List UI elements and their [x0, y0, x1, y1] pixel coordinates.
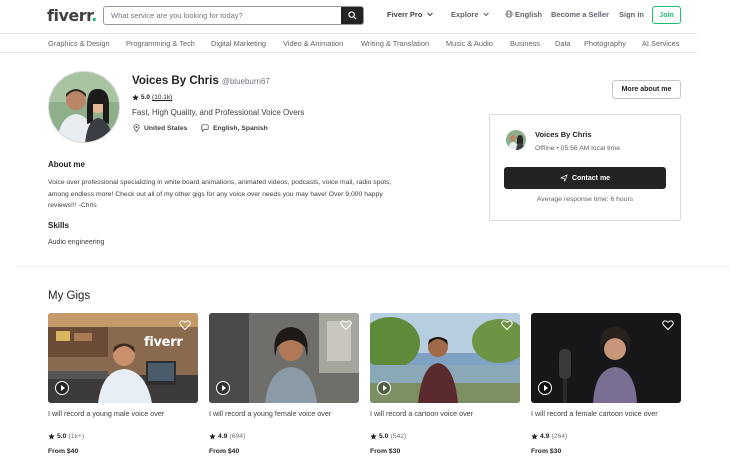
category-video-animation[interactable]: Video & Animation — [283, 39, 343, 48]
category-ai-services[interactable]: AI Services — [642, 39, 679, 48]
play-icon[interactable] — [216, 381, 230, 395]
top-header: fiverr. Fiverr Pro Explore English Becom… — [0, 0, 746, 32]
chevron-down-icon — [482, 12, 489, 17]
nav-language[interactable]: English — [505, 10, 542, 19]
globe-icon — [505, 10, 513, 18]
join-button[interactable]: Join — [652, 6, 681, 24]
play-icon[interactable] — [55, 381, 69, 395]
about-text: Voice over professional specializing in … — [48, 179, 392, 209]
about-heading: About me — [48, 160, 85, 169]
category-programming-tech[interactable]: Programming & Tech — [126, 39, 195, 48]
category-writing-translation[interactable]: Writing & Translation — [361, 39, 429, 48]
star-icon — [209, 433, 216, 440]
category-bar: Graphics & Design Programming & Tech Dig… — [0, 33, 697, 53]
star-icon — [48, 433, 55, 440]
heart-icon[interactable] — [662, 319, 674, 331]
star-icon — [132, 94, 139, 101]
nav-sign-in[interactable]: Sign in — [619, 10, 644, 19]
nav-become-seller[interactable]: Become a Seller — [551, 10, 609, 19]
gig-title[interactable]: I will record a female cartoon voice ove… — [531, 409, 681, 418]
gig-thumbnail[interactable] — [209, 313, 359, 403]
search-button[interactable] — [341, 7, 363, 24]
category-data[interactable]: Data — [555, 39, 571, 48]
heart-icon[interactable] — [340, 319, 352, 331]
gig-price: From $30 — [531, 448, 562, 455]
gig-rating: 4.9 (694) — [209, 433, 359, 440]
seller-review-count[interactable]: (10.1k) — [152, 94, 172, 101]
category-photography[interactable]: Photography — [584, 39, 626, 48]
section-divider — [16, 266, 730, 267]
fiverr-logo[interactable]: fiverr. — [47, 6, 97, 25]
gig-card[interactable]: I will record a cartoon voice over 5.0 (5… — [370, 313, 520, 455]
gig-rating: 5.0 (542) — [370, 433, 520, 440]
gig-title[interactable]: I will record a young female voice over — [209, 409, 359, 418]
gig-thumbnail[interactable] — [531, 313, 681, 403]
gig-price: From $40 — [48, 448, 79, 455]
skills-heading: Skills — [48, 221, 69, 230]
chevron-down-icon — [426, 12, 433, 17]
gig-rating: 5.0 (1k+) — [48, 433, 198, 440]
nav-explore[interactable]: Explore — [451, 10, 489, 19]
my-gigs-heading: My Gigs — [48, 290, 91, 302]
contact-name: Voices By Chris — [535, 130, 592, 139]
gig-title[interactable]: I will record a cartoon voice over — [370, 409, 520, 418]
category-digital-marketing[interactable]: Digital Marketing — [211, 39, 266, 48]
search-bar — [103, 6, 364, 25]
gig-card[interactable]: I will record a young female voice over … — [209, 313, 359, 455]
gig-card[interactable]: fiverr I will record a young male voice … — [48, 313, 198, 455]
seller-name: Voices By Chris @blueburn67 — [132, 75, 270, 87]
more-about-me-button[interactable]: More about me — [612, 80, 681, 99]
category-music-audio[interactable]: Music & Audio — [446, 39, 493, 48]
star-icon — [370, 433, 377, 440]
gig-thumbnail[interactable] — [370, 313, 520, 403]
contact-me-button[interactable]: Contact me — [504, 167, 666, 189]
chat-bubble-icon — [201, 124, 209, 132]
send-icon — [560, 174, 568, 182]
contact-avatar — [506, 130, 526, 150]
location-pin-icon — [133, 124, 140, 132]
search-icon — [347, 11, 357, 20]
play-icon[interactable] — [538, 381, 552, 395]
gig-price: From $40 — [209, 448, 240, 455]
seller-avatar — [48, 71, 120, 143]
seller-location: United States — [133, 124, 187, 132]
contact-card: Voices By Chris Offline • 05:56 AM local… — [489, 114, 681, 221]
gig-card[interactable]: I will record a female cartoon voice ove… — [531, 313, 681, 455]
category-graphics-design[interactable]: Graphics & Design — [48, 39, 110, 48]
gig-price: From $30 — [370, 448, 401, 455]
seller-languages: English, Spanish — [201, 124, 268, 132]
seller-handle: @blueburn67 — [221, 77, 270, 86]
contact-status: Offline • 05:56 AM local time — [535, 145, 620, 152]
seller-tagline: Fast, High Quality, and Professional Voi… — [132, 108, 305, 117]
heart-icon[interactable] — [501, 319, 513, 331]
heart-icon[interactable] — [179, 319, 191, 331]
gig-rating: 4.9 (264) — [531, 433, 681, 440]
gig-thumbnail[interactable]: fiverr — [48, 313, 198, 403]
gig-title[interactable]: I will record a young male voice over — [48, 409, 198, 418]
play-icon[interactable] — [377, 381, 391, 395]
seller-rating: 5.0 (10.1k) — [132, 94, 172, 101]
star-icon — [531, 433, 538, 440]
search-input[interactable] — [104, 7, 341, 24]
average-response-time: Average response time: 6 hours — [536, 196, 634, 203]
category-business[interactable]: Business — [510, 39, 540, 48]
fiverr-watermark: fiverr — [144, 335, 183, 350]
skill-item: Audio engineering — [48, 239, 105, 246]
nav-fiverr-pro[interactable]: Fiverr Pro — [387, 10, 433, 19]
